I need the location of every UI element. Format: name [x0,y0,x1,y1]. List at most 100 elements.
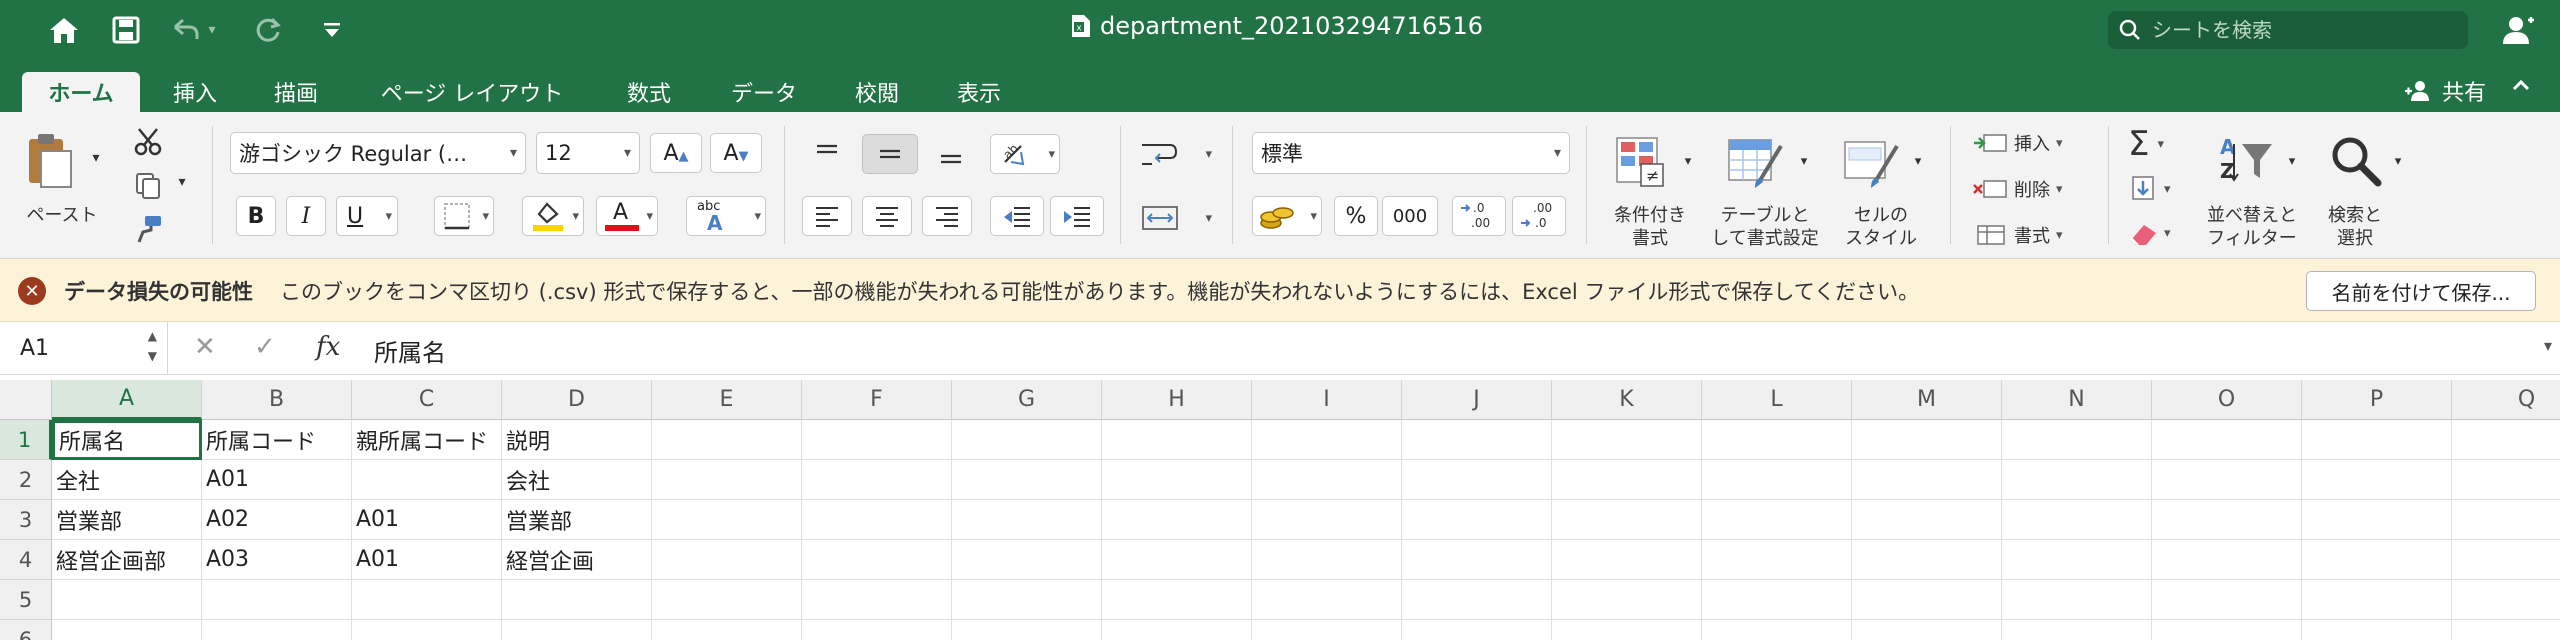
cell-k5[interactable] [1552,580,1702,620]
cell-i2[interactable] [1252,460,1402,500]
cell-q6[interactable] [2452,620,2560,640]
cell-h1[interactable] [1102,420,1252,460]
row-header-1[interactable]: 1 [0,420,52,460]
cell-j5[interactable] [1402,580,1552,620]
increase-decimal-button[interactable]: .0.00 [1452,196,1506,236]
delete-cells-button[interactable]: 削除 ▾ [1972,172,2063,206]
cell-o6[interactable] [2152,620,2302,640]
cell-d2[interactable]: 会社 [502,460,652,500]
cell-g6[interactable] [952,620,1102,640]
cell-c4[interactable]: A01 [352,540,502,580]
cell-j1[interactable] [1402,420,1552,460]
cut-icon[interactable] [128,124,168,158]
cell-i3[interactable] [1252,500,1402,540]
cell-o1[interactable] [2152,420,2302,460]
cell-g2[interactable] [952,460,1102,500]
cell-g1[interactable] [952,420,1102,460]
cell-q4[interactable] [2452,540,2560,580]
cell-g3[interactable] [952,500,1102,540]
cell-styles-icon[interactable] [1838,130,1908,194]
home-icon[interactable] [42,10,86,50]
cell-i1[interactable] [1252,420,1402,460]
save-icon[interactable] [104,10,148,50]
tab-data[interactable]: データ [716,72,812,112]
cell-f1[interactable] [802,420,952,460]
cell-l1[interactable] [1702,420,1852,460]
column-header-p[interactable]: P [2302,380,2452,420]
cell-f5[interactable] [802,580,952,620]
cell-m1[interactable] [1852,420,2002,460]
cell-b2[interactable]: A01 [202,460,352,500]
column-header-i[interactable]: I [1252,380,1402,420]
cell-o5[interactable] [2152,580,2302,620]
cell-e2[interactable] [652,460,802,500]
cell-c5[interactable] [352,580,502,620]
fill-color-button[interactable]: ▾ [522,196,584,236]
column-header-k[interactable]: K [1552,380,1702,420]
account-icon[interactable] [2496,10,2540,50]
column-header-c[interactable]: C [352,380,502,420]
sort-filter-icon[interactable]: AZ [2210,128,2286,192]
cell-l2[interactable] [1702,460,1852,500]
select-all-corner[interactable] [0,380,52,420]
column-header-j[interactable]: J [1402,380,1552,420]
cell-f6[interactable] [802,620,952,640]
tab-page-layout[interactable]: ページ レイアウト [362,72,582,112]
merge-center-button[interactable]: ▾ [1140,198,1216,238]
increase-indent-button[interactable] [1050,196,1104,236]
cell-n2[interactable] [2002,460,2152,500]
save-as-button[interactable]: 名前を付けて保存... [2306,271,2536,311]
cell-l3[interactable] [1702,500,1852,540]
cell-e1[interactable] [652,420,802,460]
cell-a4[interactable]: 経営企画部 [52,540,202,580]
tab-draw[interactable]: 描画 [256,72,336,112]
cell-d6[interactable] [502,620,652,640]
column-header-g[interactable]: G [952,380,1102,420]
expand-formula-bar-icon[interactable]: ▾ [2544,336,2552,355]
cell-e3[interactable] [652,500,802,540]
cell-q1[interactable] [2452,420,2560,460]
cell-e6[interactable] [652,620,802,640]
chevron-down-icon[interactable]: ▾ [2390,154,2406,169]
cell-m5[interactable] [1852,580,2002,620]
row-header-6[interactable]: 6 [0,620,52,640]
chevron-down-icon[interactable]: ▾ [1910,154,1926,169]
font-size-select[interactable]: 12 ▾ [536,132,640,174]
cell-o4[interactable] [2152,540,2302,580]
cell-d3[interactable]: 営業部 [502,500,652,540]
font-name-select[interactable]: 游ゴシック Regular (… ▾ [230,132,526,174]
format-cells-button[interactable]: 書式 ▾ [1972,218,2063,252]
font-color-button[interactable]: A ▾ [596,196,658,236]
increase-font-size-button[interactable]: A▲ [650,133,702,173]
row-header-3[interactable]: 3 [0,500,52,540]
column-header-l[interactable]: L [1702,380,1852,420]
number-format-select[interactable]: 標準 ▾ [1252,132,1570,174]
align-center-button[interactable] [862,196,912,236]
cell-n1[interactable] [2002,420,2152,460]
insert-function-button[interactable]: fx [316,332,340,362]
decrease-indent-button[interactable] [990,196,1044,236]
column-header-o[interactable]: O [2152,380,2302,420]
column-header-d[interactable]: D [502,380,652,420]
name-box-stepper-icon[interactable]: ▲ ▼ [148,326,157,366]
cell-q5[interactable] [2452,580,2560,620]
cell-h3[interactable] [1102,500,1252,540]
cell-n5[interactable] [2002,580,2152,620]
column-header-e[interactable]: E [652,380,802,420]
insert-cells-button[interactable]: 挿入 ▾ [1972,126,2063,160]
customize-toolbar-icon[interactable] [310,10,354,50]
row-header-2[interactable]: 2 [0,460,52,500]
align-right-button[interactable] [922,196,972,236]
column-header-b[interactable]: B [202,380,352,420]
format-painter-icon[interactable] [128,212,168,246]
cell-m3[interactable] [1852,500,2002,540]
bold-button[interactable]: B [236,196,276,236]
cell-a5[interactable] [52,580,202,620]
copy-icon[interactable] [128,168,168,202]
sheet-search[interactable] [2108,11,2468,49]
cell-k4[interactable] [1552,540,1702,580]
cell-o2[interactable] [2152,460,2302,500]
cell-g5[interactable] [952,580,1102,620]
cell-f4[interactable] [802,540,952,580]
name-box[interactable]: A1 ▲ ▼ [0,322,168,374]
